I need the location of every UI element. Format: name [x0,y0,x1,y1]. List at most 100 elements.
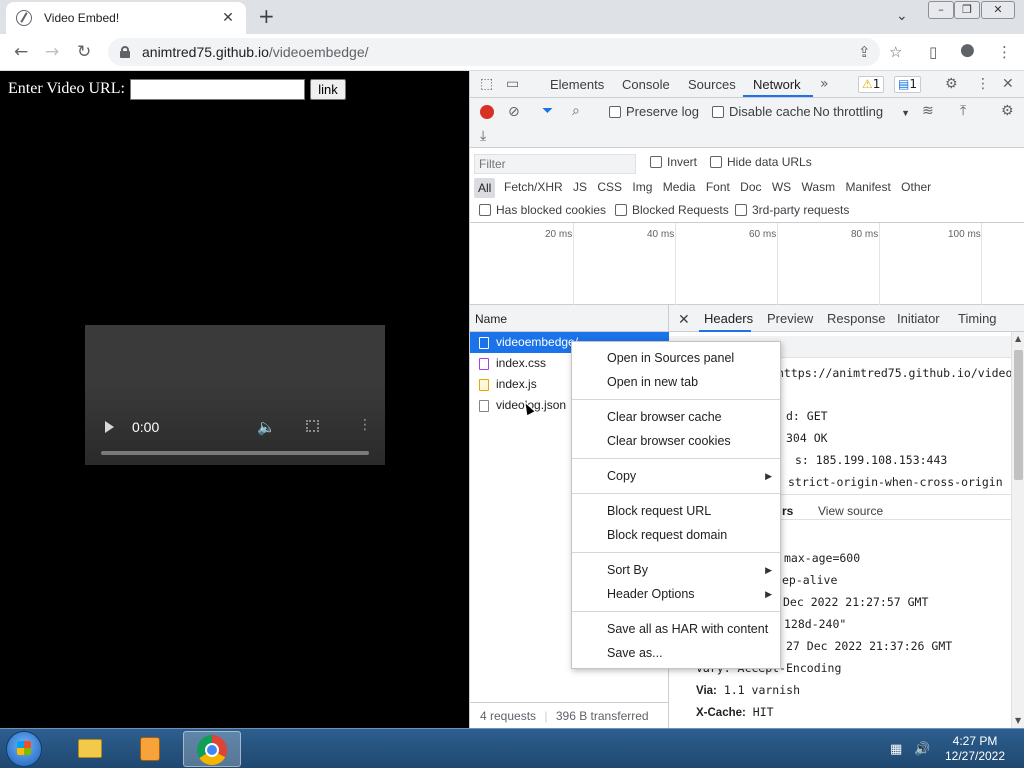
tab-headers[interactable]: Headers [704,311,753,326]
clear-icon[interactable]: ⊘ [508,105,520,119]
browser-menu-icon[interactable]: ⋮ [997,44,1012,60]
menu-save-as[interactable]: Save as... [572,642,780,664]
type-filter-all[interactable]: All [474,178,496,198]
menu-copy[interactable]: Copy ▶ [572,465,780,487]
media-player-icon [140,737,160,761]
messages-badge[interactable]: ▤1 [894,76,921,93]
record-icon[interactable] [480,105,494,119]
tab-sources[interactable]: Sources [688,77,736,92]
play-icon[interactable] [105,421,114,433]
bookmark-star-icon[interactable]: ☆ [889,44,902,60]
window-close-icon[interactable]: ✕ [981,1,1015,19]
volume-tray-icon[interactable]: 🔊 [914,742,930,757]
tab-initiator[interactable]: Initiator [897,311,940,326]
browser-tab[interactable]: Video Embed! ✕ [6,2,246,34]
menu-sort-by[interactable]: Sort By ▶ [572,559,780,581]
menu-clear-browser-cookies[interactable]: Clear browser cookies [572,430,780,452]
video-player[interactable]: 0:00 🔈 ⋮ [85,325,385,465]
settings-gear-icon[interactable]: ⚙ [945,77,958,91]
network-settings-icon[interactable]: ⚙ [1001,104,1014,118]
menu-header-options[interactable]: Header Options ▶ [572,583,780,605]
forward-icon[interactable]: → [45,42,59,62]
video-progress-bar[interactable] [101,451,369,455]
video-more-icon[interactable]: ⋮ [358,418,372,432]
disable-cache-checkbox[interactable]: Disable cache [712,104,811,119]
reload-icon[interactable]: ↻ [77,42,91,62]
tab-response[interactable]: Response [827,311,886,326]
import-har-icon[interactable]: ⤒ [960,104,966,118]
view-source-link[interactable]: View source [818,504,883,518]
type-filter-fetch[interactable]: Fetch/XHR [504,180,563,194]
tab-console[interactable]: Console [622,77,670,92]
third-party-requests-checkbox[interactable]: 3rd-party requests [735,203,849,217]
profile-avatar-icon[interactable]: ● [960,42,975,59]
blocked-requests-checkbox[interactable]: Blocked Requests [615,203,729,217]
taskbar-clock[interactable]: 4:27 PM 12/27/2022 [935,734,1015,764]
side-panel-icon[interactable]: ▯ [929,44,937,60]
type-filter-wasm[interactable]: Wasm [802,180,836,194]
scrollbar-thumb[interactable] [1014,350,1023,480]
type-filter-img[interactable]: Img [632,180,652,194]
tab-elements[interactable]: Elements [550,77,604,92]
invert-checkbox[interactable]: Invert [650,155,697,169]
scroll-up-icon[interactable]: ▲ [1015,334,1021,343]
link-button[interactable]: link [310,79,346,100]
menu-block-request-domain[interactable]: Block request domain [572,524,780,546]
type-filter-doc[interactable]: Doc [740,180,761,194]
network-tray-icon[interactable]: ▦ [890,742,902,757]
tab-timing[interactable]: Timing [958,311,997,326]
volume-icon[interactable]: 🔈 [257,418,276,436]
preserve-log-checkbox[interactable]: Preserve log [609,104,699,119]
menu-open-in-new-tab[interactable]: Open in new tab [572,371,780,393]
inspect-element-icon[interactable]: ⬚ [480,77,493,91]
type-filter-media[interactable]: Media [663,180,696,194]
detail-scrollbar[interactable]: ▲ ▼ [1011,332,1024,728]
type-filter-css[interactable]: CSS [597,180,622,194]
hide-data-urls-checkbox[interactable]: Hide data URLs [710,155,812,169]
minimize-icon[interactable]: – [928,1,954,19]
device-toolbar-icon[interactable]: ▭ [506,77,519,91]
request-detail-tabs: ✕ Headers Preview Response Initiator Tim… [669,305,1024,332]
type-filter-ws[interactable]: WS [772,180,791,194]
taskbar-media-player[interactable] [120,731,178,767]
menu-block-request-url[interactable]: Block request URL [572,500,780,522]
scroll-down-icon[interactable]: ▼ [1015,716,1021,725]
share-icon[interactable]: ⇪ [858,44,871,60]
maximize-icon[interactable]: ❐ [954,1,980,19]
lock-icon[interactable] [120,46,130,58]
network-conditions-icon[interactable]: ≋ [922,104,934,118]
tab-network[interactable]: Network [753,77,801,92]
menu-open-in-sources[interactable]: Open in Sources panel [572,347,780,369]
menu-clear-browser-cache[interactable]: Clear browser cache [572,406,780,428]
address-bar[interactable]: animtred75.github.io/videoembedge/ [108,38,880,66]
new-tab-icon[interactable]: + [258,6,275,26]
tab-preview[interactable]: Preview [767,311,813,326]
tab-search-chevron-icon[interactable]: ⌄ [896,8,908,24]
start-button-icon[interactable] [6,731,42,767]
type-filter-js[interactable]: JS [573,180,587,194]
more-tabs-icon[interactable]: » [820,77,829,91]
devtools-close-icon[interactable]: ✕ [1002,77,1014,91]
video-url-input[interactable] [130,79,305,100]
timeline-gridline [573,223,574,305]
export-har-icon[interactable]: ⤓ [480,129,486,143]
warnings-badge[interactable]: ⚠1 [858,76,885,93]
filter-icon[interactable]: ⏷ [542,104,553,118]
menu-save-all-har[interactable]: Save all as HAR with content [572,618,780,640]
tab-close-icon[interactable]: ✕ [220,10,236,26]
fullscreen-icon[interactable] [306,420,319,432]
throttling-select[interactable]: No throttling ▼ [813,104,910,119]
back-icon[interactable]: ← [14,42,28,62]
type-filter-other[interactable]: Other [901,180,931,194]
devtools-menu-icon[interactable]: ⋮ [976,77,990,91]
network-timeline-overview[interactable]: 20 ms 40 ms 60 ms 80 ms 100 ms [470,223,1024,305]
taskbar-chrome[interactable] [183,731,241,767]
detail-close-icon[interactable]: ✕ [678,311,690,328]
filter-input[interactable] [474,154,636,174]
name-column-header[interactable]: Name [470,305,669,332]
has-blocked-cookies-checkbox[interactable]: Has blocked cookies [479,203,606,217]
type-filter-manifest[interactable]: Manifest [845,180,890,194]
type-filter-font[interactable]: Font [706,180,730,194]
search-icon[interactable]: ⌕ [572,104,580,118]
taskbar-explorer[interactable] [60,731,118,767]
